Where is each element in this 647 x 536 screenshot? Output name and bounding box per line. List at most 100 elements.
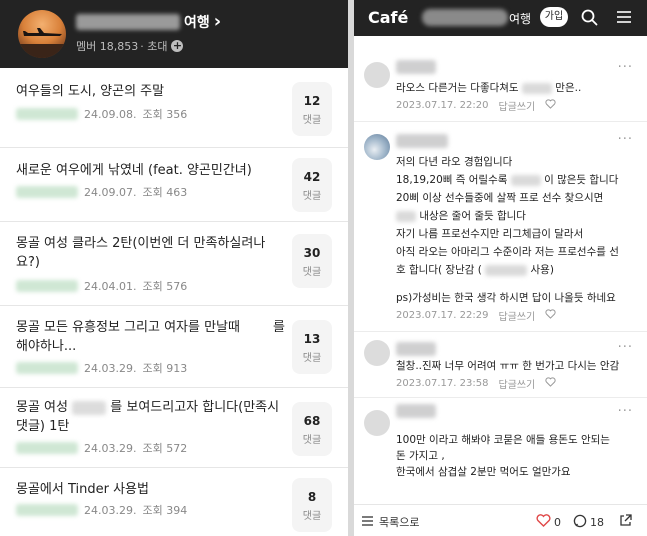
post-item[interactable]: 몽골에서 Tinder 사용법 24.03.29. 조회 394 8 댓글 xyxy=(0,468,348,536)
share-icon[interactable] xyxy=(618,513,633,532)
comment-line: 자기 나름 프로선수지만 리그체급이 달라서 xyxy=(396,228,584,240)
hamburger-menu-icon[interactable] xyxy=(616,9,632,29)
post-item[interactable]: 새로운 여우에게 낚였네 (feat. 양곤민간녀) 24.09.07. 조회 … xyxy=(0,148,348,222)
blurred-author xyxy=(16,362,78,374)
list-icon xyxy=(362,515,373,529)
heart-icon xyxy=(536,514,551,530)
comment-button[interactable]: 18 xyxy=(573,514,604,531)
comment-count: 68 xyxy=(303,414,321,428)
reply-link[interactable]: 답글쓰기 xyxy=(498,308,535,323)
post-date: 24.03.29. xyxy=(84,441,137,455)
comment-line: 돈 가지고 , xyxy=(396,450,445,462)
post-title-line2: 요?) xyxy=(16,255,40,270)
cafe-logo[interactable]: Café xyxy=(368,8,408,27)
more-dots-icon[interactable]: ··· xyxy=(618,340,633,355)
blurred-commenter-name[interactable] xyxy=(396,342,436,356)
comment-line: 이 많은듯 합니다 xyxy=(544,174,619,186)
comment-line: 아직 라오는 아마리그 수준이라 저는 프로선수를 선 xyxy=(396,246,619,258)
join-button[interactable]: 가입 xyxy=(540,7,568,27)
commenter-avatar[interactable] xyxy=(364,340,390,366)
blurred-word xyxy=(521,82,552,94)
post-title-line2: 해야하나... xyxy=(16,339,77,354)
plus-icon[interactable]: + xyxy=(171,40,184,52)
comment-line: 내상은 줄어 줄듯 합니다 xyxy=(419,210,526,222)
back-to-list-button[interactable]: 목록으로 xyxy=(362,514,419,530)
chevron-right-icon: › xyxy=(213,11,222,32)
comment-line: 사용) xyxy=(530,264,554,276)
like-button[interactable]: 0 xyxy=(536,514,561,530)
heart-icon[interactable] xyxy=(545,309,556,322)
more-dots-icon[interactable]: ··· xyxy=(618,60,633,75)
like-count: 0 xyxy=(554,515,561,529)
post-date: 24.09.07. xyxy=(84,185,137,199)
search-icon[interactable] xyxy=(581,9,598,30)
comment-meta: 2023.07.17. 22:20 답글쓰기 xyxy=(396,98,556,113)
comment-count-box[interactable]: 12 댓글 xyxy=(292,82,332,136)
post-item[interactable]: 여우들의 도시, 양곤의 주말 24.09.08. 조회 356 12 댓글 xyxy=(0,68,348,148)
commenter-avatar[interactable] xyxy=(364,62,390,88)
comment-count-box[interactable]: 13 댓글 xyxy=(292,320,332,374)
post-title: 몽골 모든 유흥정보 그리고 여자를 만날때 를 해야하나... xyxy=(16,318,285,356)
comment-date: 2023.07.17. 22:29 xyxy=(396,310,489,321)
cafe-avatar[interactable] xyxy=(18,10,66,58)
blurred-commenter-name[interactable] xyxy=(396,134,448,148)
comment-count: 13 xyxy=(303,332,321,346)
comment-line: ps)가성비는 한국 생각 하시면 답이 나올듯 하네요 xyxy=(396,292,616,304)
comment-meta: 2023.07.17. 22:29 답글쓰기 xyxy=(396,308,556,323)
cafe-name[interactable]: 여행 xyxy=(509,10,531,27)
list-label: 목록으로 xyxy=(379,516,420,529)
blurred-commenter-name[interactable] xyxy=(396,404,436,418)
post-date: 24.04.01. xyxy=(84,279,137,293)
post-date: 24.09.08. xyxy=(84,107,137,121)
post-title: 여우들의 도시, 양곤의 주말 xyxy=(16,84,165,99)
commenter-avatar[interactable] xyxy=(364,134,390,160)
post-title: 몽골에서 Tinder 사용법 xyxy=(16,482,149,497)
post-views: 조회 394 xyxy=(142,504,188,517)
comments-panel: Café 여행 가입 ··· 라오스 다른거는 다좋다쳐도 만은.. 2023.… xyxy=(354,0,647,536)
more-dots-icon[interactable]: ··· xyxy=(618,132,633,147)
comment-line: 라오스 다른거는 다좋다쳐도 xyxy=(396,82,519,94)
comment-text: 내상은 줄어 줄듯 합니다 xyxy=(396,208,526,223)
bottom-action-bar: 목록으로 0 18 xyxy=(354,504,647,536)
post-title-line1b: 를 보여드리고자 합니다(만족시 xyxy=(110,400,280,415)
post-title: 몽골 여성 를 보여드리고자 합니다(만족시 댓글) 1탄 xyxy=(16,398,284,436)
blurred-author xyxy=(16,280,78,292)
cafe-top-bar: Café 여행 가입 xyxy=(354,0,647,36)
comment-count: 12 xyxy=(303,94,321,108)
comment-count: 30 xyxy=(303,246,321,260)
comment-icon xyxy=(573,514,587,531)
post-item[interactable]: 몽골 여성 클라스 2탄(이번엔 더 만족하실려나 요?) 24.04.01. … xyxy=(0,222,348,306)
comment-line: 한국에서 삼겹살 2분만 먹어도 얼만가요 xyxy=(396,466,571,478)
blurred-author xyxy=(16,108,78,120)
blurred-cafe-name xyxy=(422,9,508,26)
comment-label: 댓글 xyxy=(302,267,322,278)
cafe-title-link[interactable]: 여행 › xyxy=(76,12,221,32)
comment-line: 철창..진짜 너무 어려여 ㅠㅠ 한 번가고 다시는 안감 xyxy=(396,360,620,372)
comment-item: ··· 철창..진짜 너무 어려여 ㅠㅠ 한 번가고 다시는 안감 2023.0… xyxy=(354,332,647,398)
invite-link[interactable]: · 초대 xyxy=(140,38,167,54)
post-item[interactable]: 몽골 여성 를 보여드리고자 합니다(만족시 댓글) 1탄 24.03.29. … xyxy=(0,388,348,468)
heart-icon[interactable] xyxy=(545,377,556,390)
post-views: 조회 463 xyxy=(142,186,188,199)
blurred-author xyxy=(16,442,78,454)
comment-count-box[interactable]: 30 댓글 xyxy=(292,234,332,288)
blurred-word xyxy=(510,174,541,186)
post-meta: 24.03.29. 조회 913 xyxy=(16,360,187,376)
comment-count-box[interactable]: 8 댓글 xyxy=(292,478,332,532)
comment-label: 댓글 xyxy=(302,353,322,364)
comment-count-box[interactable]: 68 댓글 xyxy=(292,402,332,456)
more-dots-icon[interactable]: ··· xyxy=(618,404,633,419)
cafe-board-panel: 여행 › 멤버 18,853 · 초대 + 여우들의 도시, 양곤의 주말 24… xyxy=(0,0,348,536)
comment-count-box[interactable]: 42 댓글 xyxy=(292,158,332,212)
reply-link[interactable]: 답글쓰기 xyxy=(498,98,535,113)
blurred-commenter-name[interactable] xyxy=(396,60,436,74)
heart-icon[interactable] xyxy=(545,99,556,112)
comment-item: ··· 저의 다년 라오 경험입니다 18,19,20삐 즉 어릴수록 이 많은… xyxy=(354,122,647,332)
cafe-meta: 멤버 18,853 · 초대 + xyxy=(76,38,184,54)
comment-item: ··· 100만 이라고 해봐야 코묻은 애들 용돈도 안되는 돈 가지고 , … xyxy=(354,398,647,504)
post-views: 조회 913 xyxy=(142,362,188,375)
cafe-header: 여행 › 멤버 18,853 · 초대 + xyxy=(0,0,348,68)
reply-link[interactable]: 답글쓰기 xyxy=(498,376,535,391)
commenter-avatar[interactable] xyxy=(364,410,390,436)
post-item[interactable]: 몽골 모든 유흥정보 그리고 여자를 만날때 를 해야하나... 24.03.2… xyxy=(0,306,348,388)
